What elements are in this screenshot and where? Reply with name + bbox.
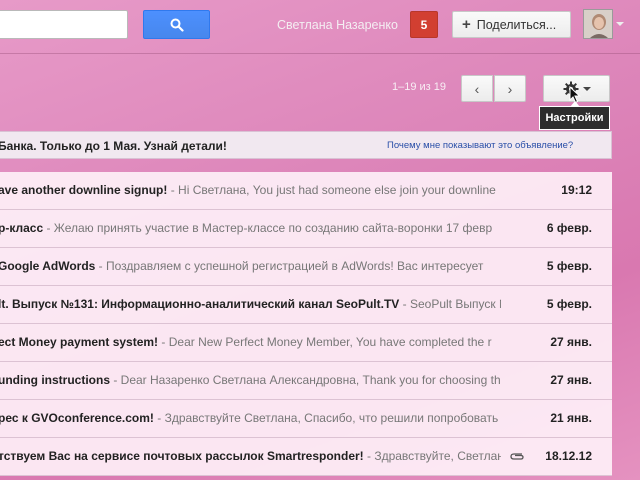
chevron-left-icon: ‹: [474, 80, 480, 97]
email-date: 19:12: [561, 183, 592, 197]
email-row-text: ave another downline signup! - Hi Светла…: [0, 183, 501, 197]
paperclip-icon: [510, 453, 524, 460]
ad-banner[interactable]: Банка. Только до 1 Мая. Узнай детали! По…: [0, 131, 612, 159]
email-date: 5 февр.: [546, 297, 592, 311]
email-subject: ect Money payment system!: [0, 335, 159, 349]
email-snippet: - Здравствуйте Светлана, Спасибо, что ре…: [153, 411, 499, 425]
email-row[interactable]: unding instructions - Dear Назаренко Све…: [0, 362, 612, 400]
search-icon: [170, 18, 184, 32]
user-name-link[interactable]: Светлана Назаренко: [277, 18, 398, 32]
email-row-text: lt. Выпуск №131: Информационно-аналитиче…: [0, 297, 501, 311]
email-row[interactable]: ave another downline signup! - Hi Светла…: [0, 172, 612, 210]
email-subject: рес к GVOconference.com!: [0, 411, 154, 425]
search-button[interactable]: [143, 10, 210, 39]
email-snippet: - Hi Светлана, You just had someone else…: [167, 183, 496, 197]
notifications-badge[interactable]: 5: [410, 11, 438, 38]
email-snippet: - Здравствуйте, Светлана: [363, 449, 501, 463]
email-subject: lt. Выпуск №131: Информационно-аналитиче…: [0, 297, 400, 311]
email-date: 27 янв.: [550, 373, 592, 387]
email-subject: р-класс: [0, 221, 44, 235]
avatar[interactable]: [583, 9, 613, 39]
email-snippet: - Желаю принять участие в Мастер-классе …: [43, 221, 493, 235]
newer-button[interactable]: ‹: [461, 75, 493, 102]
email-list: ave another downline signup! - Hi Светла…: [0, 172, 612, 480]
chevron-down-icon: [582, 86, 591, 91]
email-row[interactable]: р-класс - Желаю принять участие в Мастер…: [0, 210, 612, 248]
email-date: 27 янв.: [550, 335, 592, 349]
email-row[interactable]: Google AdWords - Поздравляем с успешной …: [0, 248, 612, 286]
email-row-text: р-класс - Желаю принять участие в Мастер…: [0, 221, 501, 235]
email-row[interactable]: рес к GVOconference.com! - Здравствуйте …: [0, 400, 612, 438]
share-button-label: Поделиться...: [476, 17, 557, 32]
email-date: 5 февр.: [546, 259, 592, 273]
header-divider: [0, 53, 640, 54]
email-snippet: - SeoPult Выпуск №: [399, 297, 501, 311]
email-row-text: тствуем Вас на сервисе почтовых рассылок…: [0, 449, 501, 463]
avatar-image: [584, 10, 612, 38]
plus-icon: +: [462, 16, 471, 33]
email-snippet: - Dear Назаренко Светлана Александровна,…: [110, 373, 501, 387]
email-subject: тствуем Вас на сервисе почтовых рассылок…: [0, 449, 364, 463]
email-row-text: unding instructions - Dear Назаренко Све…: [0, 373, 501, 387]
email-snippet: - Поздравляем с успешной регистрацией в …: [95, 259, 484, 273]
email-subject: unding instructions: [0, 373, 110, 387]
share-button[interactable]: + Поделиться...: [452, 11, 571, 38]
email-date: 6 февр.: [546, 221, 592, 235]
email-row[interactable]: тствуем Вас на сервисе почтовых рассылок…: [0, 438, 612, 476]
email-subject: Google AdWords: [0, 259, 96, 273]
account-menu-caret-icon[interactable]: [616, 22, 624, 26]
older-button[interactable]: ›: [494, 75, 526, 102]
pagination-count: 1–19 из 19: [392, 81, 447, 93]
email-date: 18.12.12: [545, 449, 592, 463]
email-snippet: - Dear New Perfect Money Member, You hav…: [158, 335, 492, 349]
settings-tooltip: Настройки: [539, 101, 610, 130]
email-row[interactable]: lt. Выпуск №131: Информационно-аналитиче…: [0, 286, 612, 324]
email-row-text: рес к GVOconference.com! - Здравствуйте …: [0, 411, 501, 425]
email-row-text: ect Money payment system! - Dear New Per…: [0, 335, 501, 349]
email-row-text: Google AdWords - Поздравляем с успешной …: [0, 259, 501, 273]
email-subject: ave another downline signup!: [0, 183, 168, 197]
ad-why-link[interactable]: Почему мне показывают это объявление?: [387, 140, 573, 151]
email-row[interactable]: ect Money payment system! - Dear New Per…: [0, 324, 612, 362]
search-input[interactable]: [0, 10, 128, 39]
ad-text[interactable]: Банка. Только до 1 Мая. Узнай детали!: [0, 139, 227, 153]
email-date: 21 янв.: [550, 411, 592, 425]
chevron-right-icon: ›: [507, 80, 513, 97]
